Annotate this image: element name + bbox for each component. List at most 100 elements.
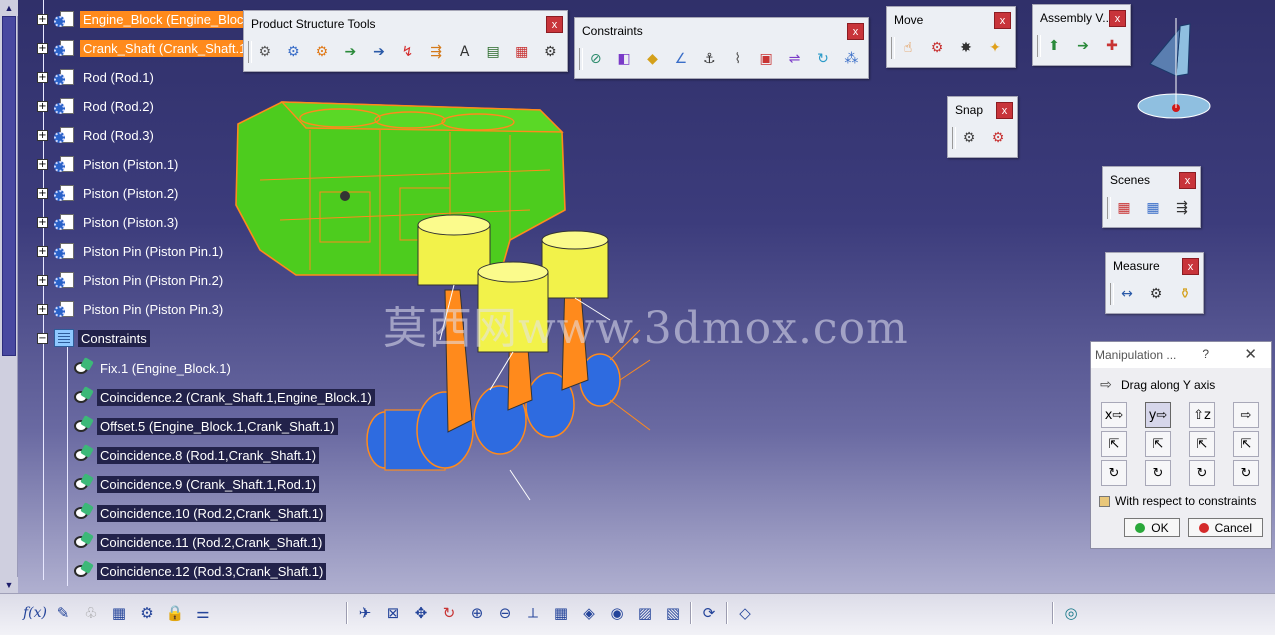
tree-node-part[interactable]: + Rod (Rod.1): [37, 66, 157, 88]
tree-node-label[interactable]: Rod (Rod.2): [80, 98, 157, 115]
close-icon[interactable]: x: [994, 12, 1011, 29]
generate-numbering-icon[interactable]: A: [454, 41, 476, 63]
tree-node-part[interactable]: + Piston Pin (Piston Pin.3): [37, 298, 226, 320]
fix-together-icon[interactable]: ⌇: [727, 48, 748, 70]
tree-node-constraint[interactable]: Coincidence.2 (Crank_Shaft.1,Engine_Bloc…: [72, 385, 375, 409]
close-icon[interactable]: x: [546, 16, 563, 33]
tree-node-label[interactable]: Rod (Rod.1): [80, 69, 157, 86]
tree-node-label[interactable]: Coincidence.8 (Rod.1,Crank_Shaft.1): [97, 446, 320, 464]
tree-node-label[interactable]: Piston Pin (Piston Pin.2): [80, 272, 226, 289]
tree-node-constraint[interactable]: Offset.5 (Engine_Block.1,Crank_Shaft.1): [72, 414, 338, 438]
explode-icon[interactable]: ✸: [955, 37, 977, 59]
insert-product-icon[interactable]: ⚙: [311, 41, 333, 63]
parameters-icon[interactable]: ⚌: [192, 602, 214, 624]
multi-instantiation-icon[interactable]: ⚙: [539, 41, 561, 63]
iso-view-icon[interactable]: ◈: [578, 602, 600, 624]
tree-node-label[interactable]: Coincidence.12 (Rod.3,Crank_Shaft.1): [97, 562, 327, 580]
tree-settings-icon[interactable]: ⚙: [136, 602, 158, 624]
scroll-thumb[interactable]: [2, 16, 16, 356]
close-icon[interactable]: x: [1182, 258, 1199, 275]
rotate-about-z-icon[interactable]: ↻: [1189, 460, 1215, 486]
expand-icon[interactable]: +: [37, 274, 48, 286]
shading-icon[interactable]: ◉: [606, 602, 628, 624]
tree-node-part[interactable]: + Piston (Piston.2): [37, 182, 181, 204]
multi-view-icon[interactable]: ▦: [550, 602, 572, 624]
gear-icon[interactable]: ⚙: [254, 41, 276, 63]
specification-tree[interactable]: + Engine_Block (Engine_Block + Crank_Shaft …: [24, 0, 444, 590]
fit-all-icon[interactable]: ⊠: [382, 602, 404, 624]
fly-mode-icon[interactable]: ✈: [354, 602, 376, 624]
measure-inertia-icon[interactable]: ⚱: [1174, 283, 1196, 305]
ok-button[interactable]: OK: [1124, 518, 1180, 537]
constraints-folder-label[interactable]: Constraints: [78, 329, 150, 347]
tree-node-constraint[interactable]: Coincidence.12 (Rod.3,Crank_Shaft.1): [72, 559, 327, 583]
knowledge-advisor-icon[interactable]: ✎: [52, 602, 74, 624]
expand-icon[interactable]: +: [37, 216, 48, 228]
close-icon[interactable]: ✕: [1244, 345, 1257, 363]
zoom-out-icon[interactable]: ⊖: [494, 602, 516, 624]
scene-browser-icon[interactable]: ⇶: [1171, 197, 1193, 219]
zoom-in-icon[interactable]: ⊕: [466, 602, 488, 624]
contact-constraint-icon[interactable]: ◧: [613, 48, 634, 70]
toolbar-move[interactable]: Move x ☝ ⚙ ✸ ✦: [886, 6, 1016, 68]
tree-scrollbar[interactable]: ▲ ▼: [0, 0, 18, 593]
tree-node-part[interactable]: + Piston (Piston.1): [37, 153, 181, 175]
expand-icon[interactable]: +: [37, 158, 48, 170]
insert-component-icon[interactable]: ⚙: [283, 41, 305, 63]
toolbar-constraints[interactable]: Constraints x ⊘ ◧ ◆ ∠ ⚓ ⌇ ▣ ⇌ ↻ ⁂: [574, 17, 869, 79]
expand-icon[interactable]: +: [37, 42, 48, 54]
close-icon[interactable]: x: [1179, 172, 1196, 189]
pan-icon[interactable]: ✥: [410, 602, 432, 624]
tree-node-label[interactable]: Coincidence.10 (Rod.2,Crank_Shaft.1): [97, 504, 327, 522]
expand-icon[interactable]: +: [37, 100, 48, 112]
tree-node-part[interactable]: + Crank_Shaft (Crank_Shaft.1: [37, 37, 250, 59]
workbench-icon[interactable]: ◎: [1060, 602, 1082, 624]
tree-node-constraint[interactable]: Coincidence.9 (Crank_Shaft.1,Rod.1): [72, 472, 320, 496]
swap-visible-space-icon[interactable]: ▧: [662, 602, 684, 624]
tree-node-label[interactable]: Piston (Piston.1): [80, 156, 181, 173]
close-icon[interactable]: x: [996, 102, 1013, 119]
quick-constraint-icon[interactable]: ▣: [755, 48, 776, 70]
tree-node-constraint[interactable]: Fix.1 (Engine_Block.1): [72, 356, 234, 380]
expand-icon[interactable]: +: [37, 187, 48, 199]
manipulation-icon[interactable]: ☝: [897, 37, 919, 59]
smart-move-icon[interactable]: ⚙: [987, 127, 1009, 149]
existing-positioning-icon[interactable]: ➔: [368, 41, 390, 63]
toolbar-assembly[interactable]: Assembly V... x ⬆ ➔ ✚: [1032, 4, 1131, 66]
existing-component-icon[interactable]: ➔: [340, 41, 362, 63]
tree-node-label[interactable]: Piston (Piston.3): [80, 214, 181, 231]
update-icon[interactable]: ⟳: [698, 602, 720, 624]
tree-node-label[interactable]: Fix.1 (Engine_Block.1): [97, 360, 234, 377]
drag-in-yz-plane-icon[interactable]: ⇱: [1145, 431, 1171, 457]
tree-node-label[interactable]: Engine_Block (Engine_Block: [80, 10, 253, 28]
assembly-feature-1-icon[interactable]: ⬆: [1043, 35, 1065, 57]
close-icon[interactable]: x: [847, 23, 864, 40]
tree-node-constraint[interactable]: Coincidence.10 (Rod.2,Crank_Shaft.1): [72, 501, 327, 525]
stop-manip-on-clash-icon[interactable]: ✦: [984, 37, 1006, 59]
scroll-down-arrow-icon[interactable]: ▼: [0, 577, 18, 593]
expand-icon[interactable]: +: [37, 71, 48, 83]
tree-node-part[interactable]: + Piston Pin (Piston Pin.2): [37, 269, 226, 291]
drag-in-xz-plane-icon[interactable]: ⇱: [1189, 431, 1215, 457]
snap-icon[interactable]: ⚙: [926, 37, 948, 59]
expand-icon[interactable]: +: [37, 245, 48, 257]
reuse-pattern-icon[interactable]: ⁂: [841, 48, 862, 70]
respect-constraints-checkbox[interactable]: [1099, 495, 1110, 507]
tree-node-label[interactable]: Coincidence.9 (Crank_Shaft.1,Rod.1): [97, 475, 320, 493]
close-icon[interactable]: x: [1109, 10, 1126, 27]
tree-node-label[interactable]: Piston Pin (Piston Pin.1): [80, 243, 226, 260]
lock-icon[interactable]: 🔒: [164, 602, 186, 624]
catalog-browser-icon[interactable]: ◇: [734, 602, 756, 624]
tree-node-constraint[interactable]: Coincidence.11 (Rod.2,Crank_Shaft.1): [72, 530, 326, 554]
measure-between-icon[interactable]: ↔: [1116, 283, 1138, 305]
graph-tree-reorder-icon[interactable]: ⇶: [425, 41, 447, 63]
enhanced-scene-icon[interactable]: ▦: [1113, 197, 1135, 219]
toolbar-snap[interactable]: Snap x ⚙ ⚙: [947, 96, 1018, 158]
flexible-rigid-icon[interactable]: ⇌: [784, 48, 805, 70]
help-icon[interactable]: ?: [1202, 347, 1209, 361]
tree-node-part[interactable]: + Piston Pin (Piston Pin.1): [37, 240, 226, 262]
cancel-button[interactable]: Cancel: [1187, 518, 1263, 537]
selective-load-icon[interactable]: ▤: [482, 41, 504, 63]
apply-scene-icon[interactable]: ▦: [1142, 197, 1164, 219]
measure-item-icon[interactable]: ⚙: [1145, 283, 1167, 305]
